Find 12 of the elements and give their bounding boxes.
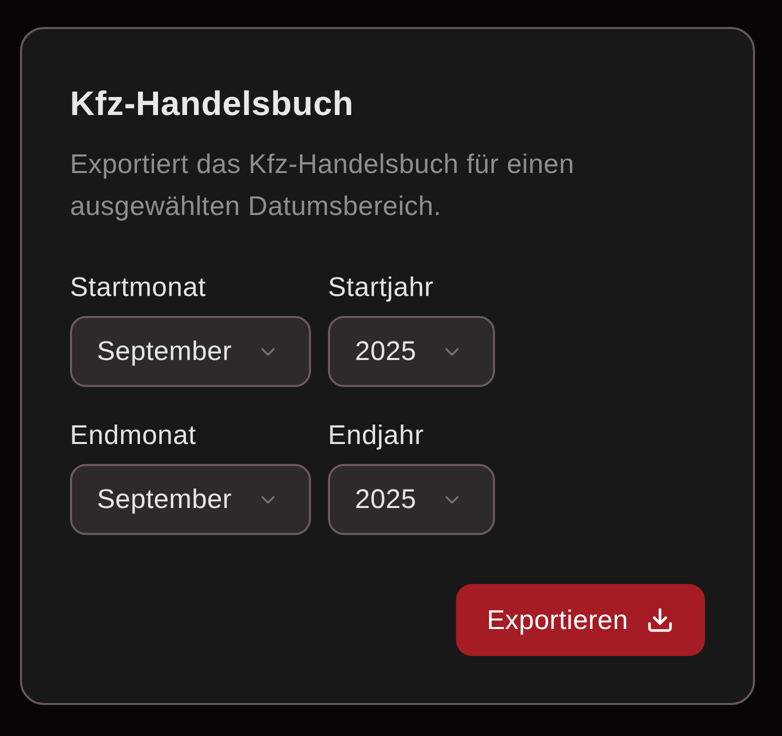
field-label: Endjahr: [328, 419, 425, 451]
select-dropdown[interactable]: 2025: [328, 316, 495, 387]
download-icon: [646, 606, 674, 634]
select-dropdown[interactable]: September: [70, 464, 311, 535]
field-label: Startjahr: [328, 271, 435, 303]
field-label: Endmonat: [70, 419, 198, 451]
field-label: Startmonat: [70, 271, 208, 303]
select-dropdown[interactable]: 2025: [328, 464, 495, 535]
card-description: Exportiert das Kfz-Handelsbuch für einen ausgewählten Datumsbereich.: [70, 148, 576, 223]
export-button[interactable]: Exportieren: [456, 584, 705, 656]
select-dropdown[interactable]: September: [70, 316, 311, 387]
card-title: Kfz-Handelsbuch: [70, 84, 355, 124]
